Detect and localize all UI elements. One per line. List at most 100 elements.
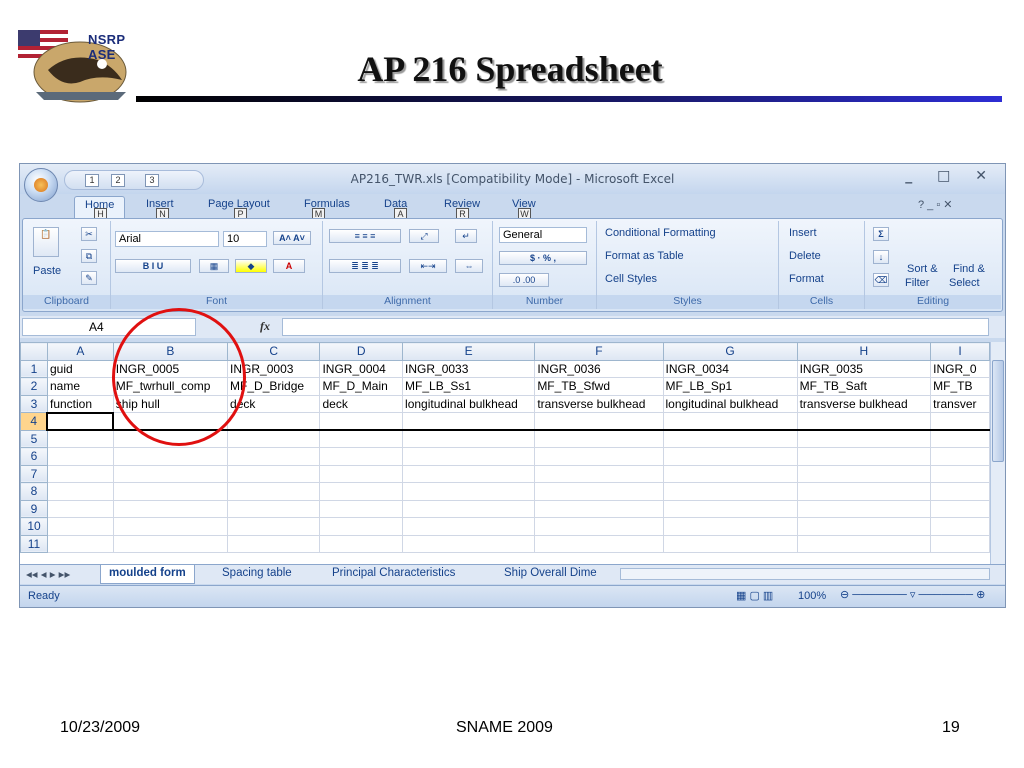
formula-input[interactable] [282,318,989,336]
select-button[interactable]: Select [949,277,980,289]
cell[interactable]: INGR_0035 [796,359,932,378]
cell[interactable]: guid [46,359,114,378]
window-controls[interactable]: _ □ ✕ [905,168,997,184]
cell[interactable] [930,412,990,431]
tab-formulas[interactable]: Formulas [304,198,350,210]
cell[interactable]: longitudinal bulkhead [402,394,536,413]
col-header-d[interactable]: D [319,342,404,361]
borders-icon[interactable]: ▦ [199,259,229,273]
clear-icon[interactable]: ⌫ [873,273,889,287]
find-button[interactable]: Find & [953,263,985,275]
cell[interactable]: MF_LB_Sp1 [662,377,798,396]
decimal-icon[interactable]: .0 .00 [499,273,549,287]
fx-icon[interactable]: fx [260,319,270,334]
select-all-corner[interactable] [20,342,48,361]
sheet-tab-principal-characteristics[interactable]: Principal Characteristics [332,567,455,579]
row-header[interactable]: 9 [20,499,48,518]
cell-a4-active[interactable] [46,411,115,431]
cell[interactable]: INGR_0 [930,359,990,378]
cell[interactable]: MF_TB_Sfwd [534,377,664,396]
col-header-e[interactable]: E [402,342,536,361]
font-size-select[interactable]: 10 [223,231,267,247]
row-header[interactable]: 6 [20,447,48,466]
cell[interactable] [402,412,536,431]
col-header-a[interactable]: A [46,342,114,361]
row-header[interactable]: 2 [20,377,48,396]
sort-button[interactable]: Sort & [907,263,938,275]
row-header[interactable]: 11 [20,534,48,553]
cell[interactable]: INGR_0036 [534,359,664,378]
format-painter-icon[interactable]: ✎ [81,271,97,285]
cell[interactable]: transverse bulkhead [534,394,664,413]
vertical-scrollbar[interactable] [990,342,1005,564]
col-header-i[interactable]: I [930,342,990,361]
help-icon[interactable]: ? _ ▫ ✕ [918,198,953,211]
format-as-table-button[interactable]: Format as Table [605,250,684,262]
cell[interactable] [662,412,798,431]
copy-icon[interactable]: ⧉ [81,249,97,263]
cell[interactable] [796,412,932,431]
cell[interactable]: longitudinal bulkhead [662,394,798,413]
conditional-formatting-button[interactable]: Conditional Formatting [605,227,716,239]
row-header[interactable]: 4 [20,412,48,431]
bold-italic-underline-icon[interactable]: B I U [115,259,191,273]
row-header[interactable]: 8 [20,482,48,501]
cell[interactable] [319,412,404,431]
cell[interactable]: INGR_0033 [402,359,536,378]
filter-button[interactable]: Filter [905,277,929,289]
cell[interactable]: name [46,377,114,396]
row-header[interactable]: 10 [20,517,48,536]
cell[interactable]: INGR_0034 [662,359,798,378]
vertical-scroll-thumb[interactable] [992,360,1004,462]
horizontal-scrollbar[interactable] [620,568,990,580]
font-color-icon[interactable]: A [273,259,305,273]
col-header-h[interactable]: H [796,342,932,361]
cell[interactable]: INGR_0004 [319,359,404,378]
row-header[interactable]: 7 [20,464,48,483]
cell[interactable]: transver [930,394,990,413]
vertical-align-icon[interactable]: ≡ ≡ ≡ [329,229,401,243]
orientation-icon[interactable]: ⤢ [409,229,439,243]
fill-icon[interactable]: ↓ [873,250,889,264]
currency-percent-icon[interactable]: $ · % , [499,251,587,265]
grow-shrink-font-icon[interactable]: A˄ A˅ [273,231,311,245]
alignment-label: Alignment [323,295,492,309]
sheet-tab-spacing-table[interactable]: Spacing table [222,567,292,579]
cell[interactable]: MF_D_Main [319,377,404,396]
col-header-f[interactable]: F [534,342,664,361]
cell[interactable]: transverse bulkhead [796,394,932,413]
col-header-g[interactable]: G [662,342,798,361]
indent-icon[interactable]: ⇤⇥ [409,259,447,273]
cell[interactable]: MF_TB_Saft [796,377,932,396]
wrap-text-icon[interactable]: ↵ [455,229,477,243]
zoom-level[interactable]: 100% [798,590,826,602]
format-cells-button[interactable]: Format [789,273,824,285]
autosum-icon[interactable]: Σ [873,227,889,241]
zoom-slider[interactable]: ⊖ ─────── ▿ ─────── ⊕ [840,588,985,601]
row-header[interactable]: 5 [20,429,48,448]
row-header[interactable]: 3 [20,394,48,413]
cell[interactable]: deck [319,394,404,413]
insert-cells-button[interactable]: Insert [789,227,817,239]
sheet-nav-icons[interactable]: ◂◂ ◂ ▸ ▸▸ [26,567,70,581]
font-name-select[interactable]: Arial [115,231,219,247]
cell-styles-button[interactable]: Cell Styles [605,273,657,285]
paste-icon[interactable]: 📋 [33,227,59,257]
cut-icon[interactable]: ✂ [81,227,97,241]
office-button[interactable] [24,168,58,202]
cell[interactable]: MF_TB [930,377,990,396]
view-buttons-icon[interactable]: ▦ ▢ ▥ [736,589,773,602]
row-header[interactable]: 1 [20,359,48,378]
fill-color-icon[interactable]: ◆ [235,259,267,273]
delete-cells-button[interactable]: Delete [789,250,821,262]
cell[interactable]: MF_LB_Ss1 [402,377,536,396]
horizontal-align-icon[interactable]: ≣ ≣ ≣ [329,259,401,273]
cell[interactable] [534,412,664,431]
merge-center-icon[interactable]: ⇔ [455,259,483,273]
number-format-select[interactable]: General [499,227,587,243]
cell[interactable]: function [46,394,114,413]
sheet-tab-moulded-form[interactable]: moulded form [100,565,195,584]
paste-button[interactable]: Paste [33,265,61,277]
sheet-tab-ship-overall[interactable]: Ship Overall Dime [504,567,597,579]
cell[interactable] [227,412,321,431]
